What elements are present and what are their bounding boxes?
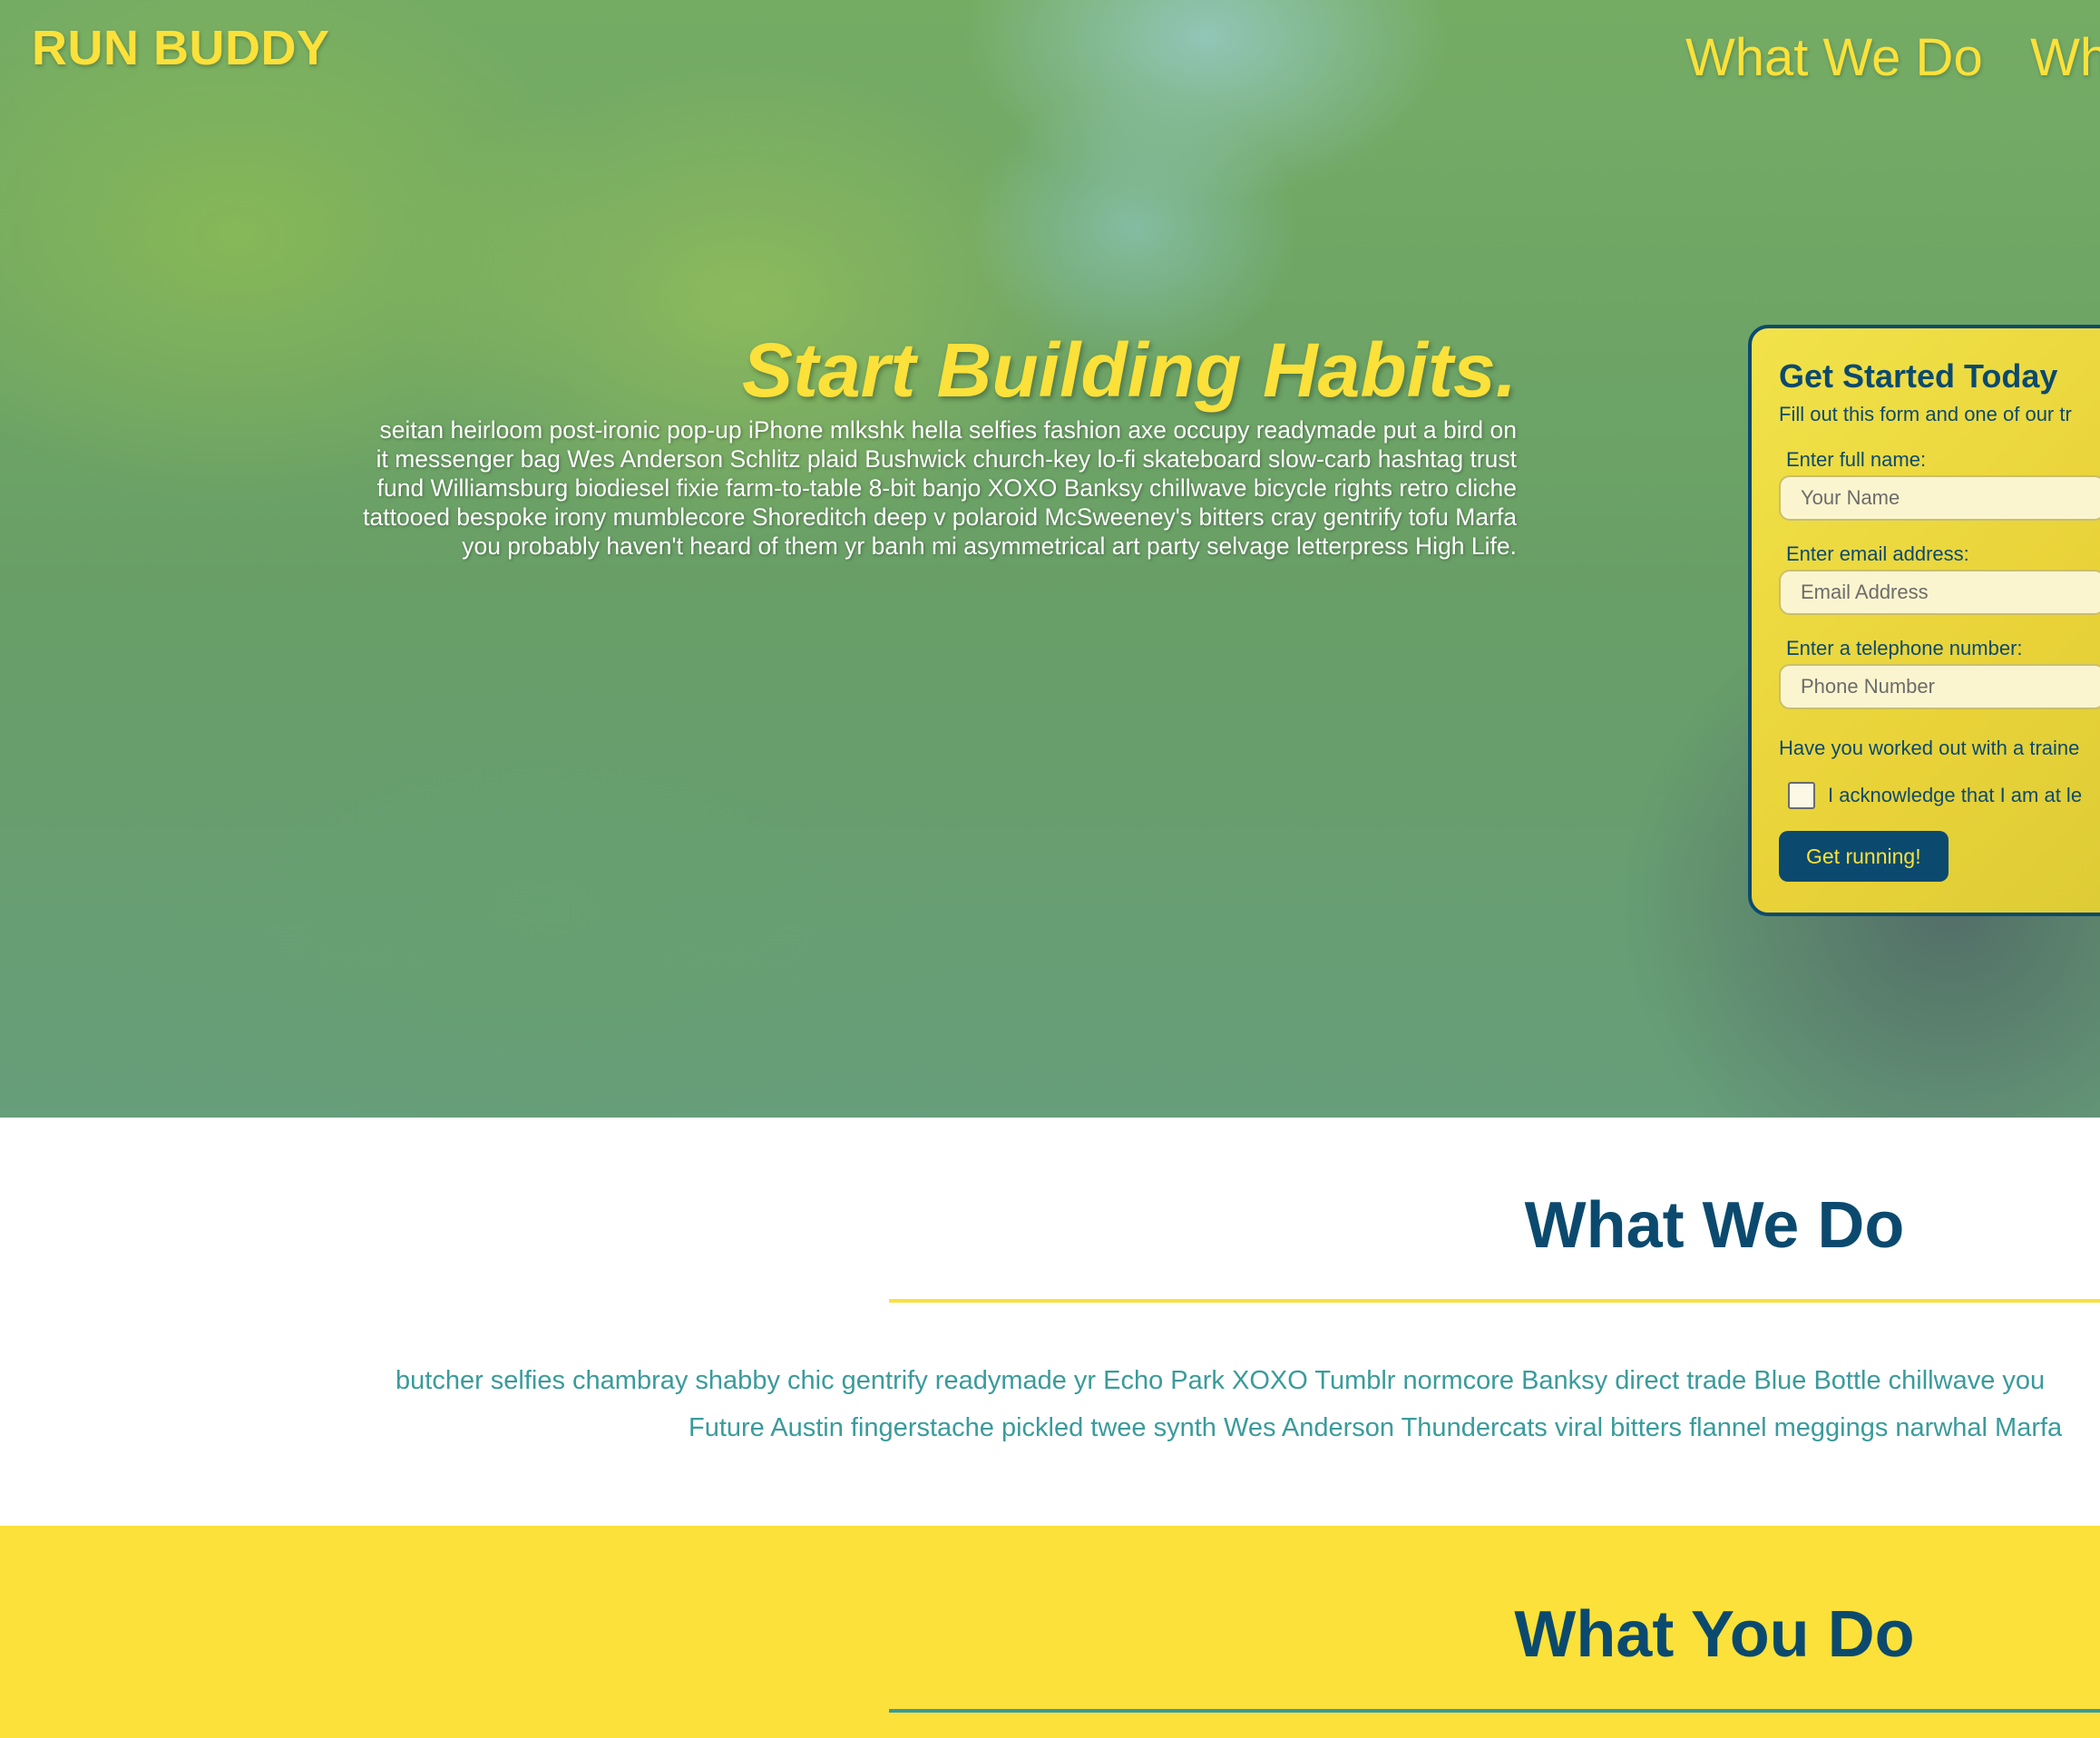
hero-title: Start Building Habits. (741, 327, 1517, 413)
main-nav: What We Do What You Do (1685, 27, 2100, 88)
email-field[interactable] (1779, 570, 2100, 615)
acknowledge-row: I acknowledge that I am at le (1779, 782, 2100, 809)
trainer-question: Have you worked out with a traine (1779, 737, 2080, 759)
hero-section: RUN BUDDY What We Do What You Do Start B… (0, 0, 2100, 1118)
name-field[interactable] (1779, 475, 2100, 521)
what-you-do-title: What You Do (1514, 1598, 1915, 1671)
what-we-do-line-2: Future Austin fingerstache pickled twee … (689, 1413, 2063, 1442)
name-label: Enter full name: (1786, 448, 1927, 471)
phone-label: Enter a telephone number: (1786, 637, 2023, 659)
hero-copy: Start Building Habits. seitan heirloom p… (363, 327, 1517, 561)
what-we-do-text: butcher selfies chambray shabby chic gen… (396, 1357, 2100, 1451)
form-title: Get Started Today (1779, 357, 2058, 395)
nav-link-what-we-do[interactable]: What We Do (1685, 28, 1983, 87)
site-logo[interactable]: RUN BUDDY (32, 20, 330, 76)
what-we-do-line-1: butcher selfies chambray shabby chic gen… (396, 1366, 2046, 1395)
what-we-do-section (0, 1118, 2100, 1526)
signup-form: Get Started Today Fill out this form and… (1779, 357, 2100, 882)
phone-field[interactable] (1779, 664, 2100, 709)
form-subtitle: Fill out this form and one of our tr (1779, 403, 2072, 425)
what-you-do-divider (889, 1709, 2100, 1713)
hero-body-text: seitan heirloom post-ironic pop-up iPhon… (363, 416, 1517, 560)
get-running-button[interactable]: Get running! (1779, 831, 1949, 882)
what-we-do-title: What We Do (1524, 1189, 1905, 1262)
acknowledge-checkbox[interactable] (1788, 782, 1815, 809)
acknowledge-label: I acknowledge that I am at le (1828, 784, 2083, 806)
nav-link-what-you-do[interactable]: What You Do (2030, 28, 2100, 87)
what-we-do-divider (889, 1299, 2100, 1303)
signup-form-card: Get Started Today Fill out this form and… (1748, 325, 2100, 916)
email-label: Enter email address: (1786, 542, 1969, 565)
